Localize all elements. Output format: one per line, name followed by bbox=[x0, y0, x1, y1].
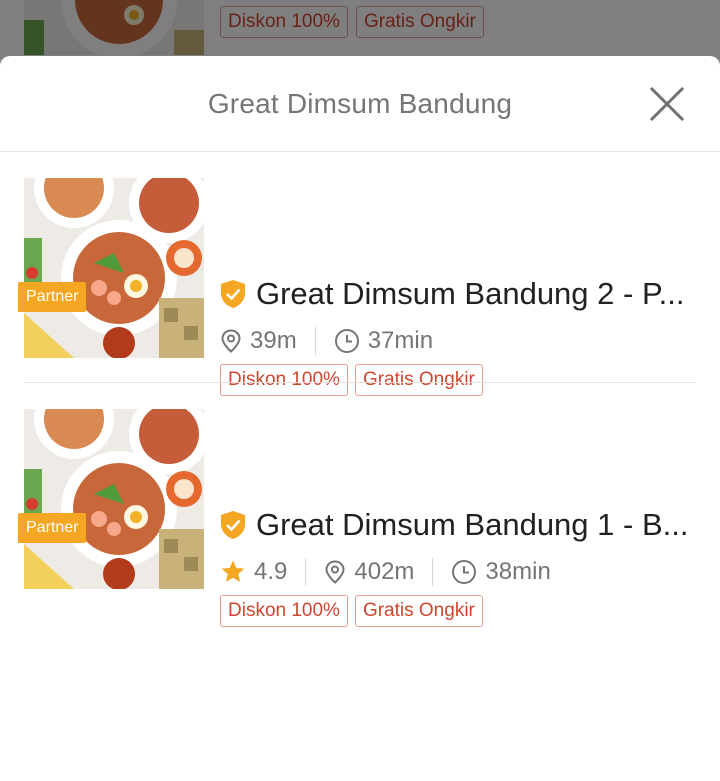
meta-divider bbox=[432, 558, 434, 586]
rating: 4.9 bbox=[220, 558, 287, 586]
delivery-time-value: 37min bbox=[367, 327, 434, 354]
merchant-info: Great Dimsum Bandung 2 - P... 39m 37min … bbox=[220, 274, 696, 396]
merchant-info: Great Dimsum Bandung 1 - B... 4.9 402m 3… bbox=[220, 505, 696, 627]
list-item[interactable]: Partner Great Dimsum Bandung 1 - B... 4.… bbox=[0, 382, 720, 627]
delivery-time: 37min bbox=[334, 327, 433, 355]
delivery-time: 38min bbox=[451, 558, 551, 586]
merchant-name-row: Great Dimsum Bandung 1 - B... bbox=[220, 505, 696, 545]
location-pin-icon bbox=[221, 329, 241, 353]
merchant-thumbnail bbox=[24, 178, 204, 358]
merchant-name: Great Dimsum Bandung 1 - B... bbox=[256, 507, 689, 542]
clock-icon bbox=[452, 560, 477, 584]
promo-tags: Diskon 100% Gratis Ongkir bbox=[220, 595, 696, 627]
merchant-meta: 4.9 402m 38min bbox=[220, 552, 696, 592]
close-button[interactable] bbox=[648, 85, 686, 123]
delivery-time-value: 38min bbox=[485, 558, 551, 585]
merchant-name: Great Dimsum Bandung 2 - P... bbox=[256, 276, 685, 311]
list-item[interactable]: Partner Great Dimsum Bandung 2 - P... 39… bbox=[0, 152, 720, 396]
clock-icon bbox=[334, 329, 359, 353]
star-icon bbox=[221, 560, 245, 582]
meta-divider bbox=[314, 327, 316, 355]
meta-divider bbox=[305, 558, 307, 586]
merchant-name-row: Great Dimsum Bandung 2 - P... bbox=[220, 274, 696, 314]
distance-value: 39m bbox=[250, 327, 297, 354]
tag-discount: Diskon 100% bbox=[220, 595, 348, 627]
partner-badge: Partner bbox=[18, 513, 87, 543]
distance-value: 402m bbox=[354, 558, 415, 585]
tag-free-delivery: Gratis Ongkir bbox=[354, 595, 483, 627]
sheet-header: Great Dimsum Bandung bbox=[0, 56, 720, 152]
distance: 402m bbox=[324, 558, 414, 586]
merchant-picker-sheet: Great Dimsum Bandung Partner Great Dimsu… bbox=[0, 56, 720, 781]
sheet-title: Great Dimsum Bandung bbox=[207, 87, 513, 119]
distance: 39m bbox=[220, 327, 297, 355]
verified-shield-icon bbox=[221, 280, 245, 308]
verified-shield-icon bbox=[221, 511, 245, 539]
merchant-thumbnail bbox=[24, 409, 204, 589]
location-pin-icon bbox=[325, 560, 345, 584]
close-icon bbox=[649, 86, 685, 122]
partner-badge: Partner bbox=[18, 282, 87, 312]
rating-value: 4.9 bbox=[254, 558, 288, 585]
merchant-meta: 39m 37min bbox=[220, 321, 696, 361]
